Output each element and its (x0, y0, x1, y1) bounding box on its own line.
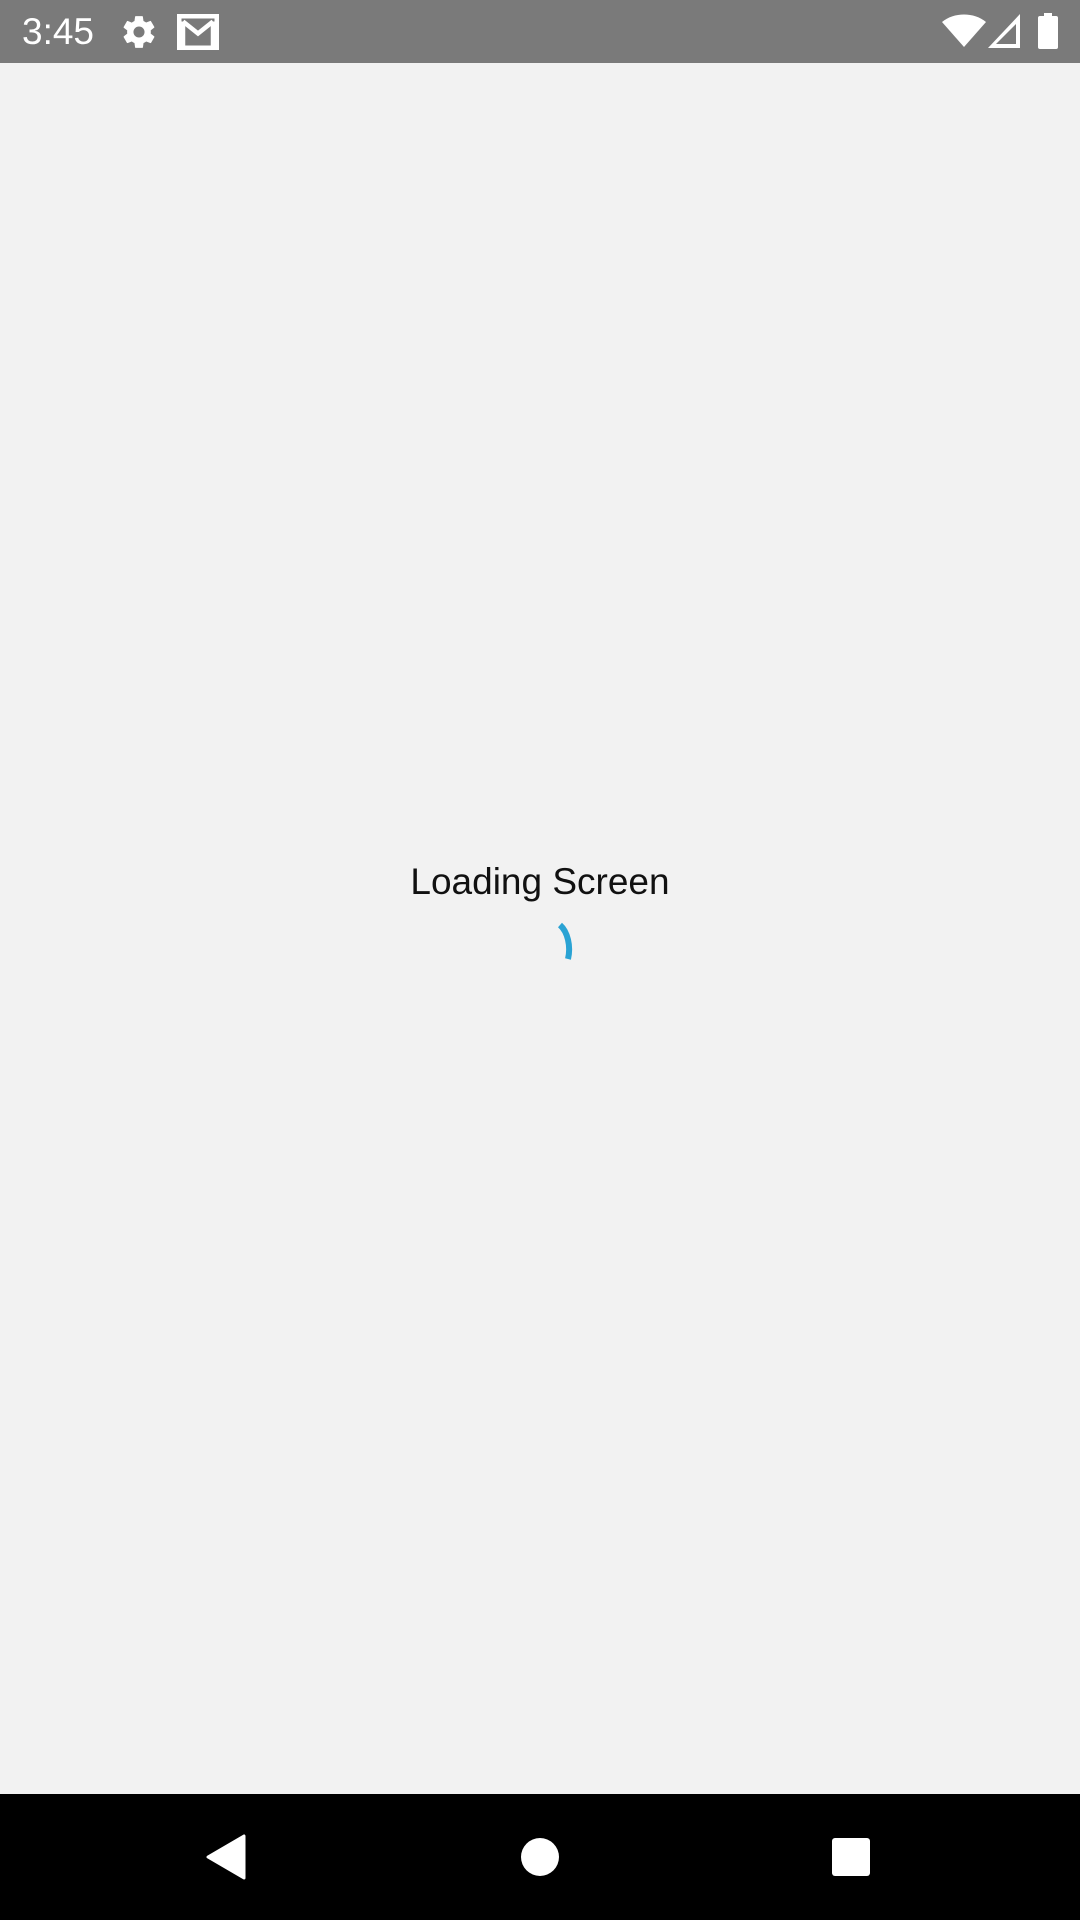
signal-icon (988, 14, 1020, 48)
loading-label: Loading Screen (410, 861, 670, 902)
navigation-bar (0, 1794, 1080, 1920)
battery-icon (1038, 13, 1058, 49)
app-screen: 3:45 Loading Screen (0, 0, 1080, 1920)
loading-spinner (557, 922, 573, 960)
back-button[interactable] (166, 1794, 286, 1920)
home-icon (521, 1838, 559, 1876)
back-icon (206, 1834, 246, 1880)
recents-button[interactable] (791, 1794, 911, 1920)
gmail-icon (177, 14, 219, 50)
status-time: 3:45 (22, 11, 95, 52)
wifi-icon (942, 14, 986, 47)
recents-icon (832, 1838, 870, 1876)
status-bar: 3:45 (0, 0, 1080, 63)
gear-icon (123, 16, 155, 48)
home-button[interactable] (480, 1794, 600, 1920)
